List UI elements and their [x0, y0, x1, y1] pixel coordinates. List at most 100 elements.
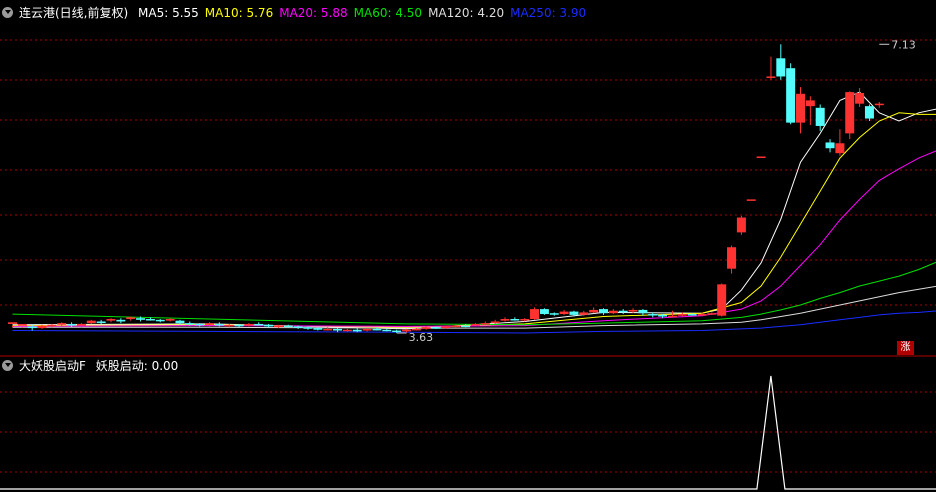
- candle: [106, 318, 116, 323]
- candle-body: [372, 328, 382, 331]
- candle-body: [303, 327, 313, 329]
- candle-body: [382, 329, 392, 332]
- indicator-title: 大妖股启动F: [19, 359, 86, 373]
- candle: [382, 328, 392, 332]
- candle-body: [658, 314, 668, 317]
- candle: [116, 318, 126, 324]
- ma-legend: MA5: 5.55 MA10: 5.76 MA20: 5.88 MA60: 4.50 M…: [138, 6, 592, 20]
- candle-body: [569, 311, 579, 315]
- stock-title: 连云港(日线,前复权): [19, 6, 129, 20]
- candle-body: [86, 320, 96, 324]
- ma-legend-item: MA120: 4.20: [428, 6, 505, 20]
- candle-body: [510, 319, 520, 321]
- rise-badge[interactable]: 涨: [897, 341, 914, 355]
- ma-line-ma5: [12, 91, 936, 330]
- candle-body: [17, 323, 27, 326]
- candle-body: [185, 323, 195, 325]
- candle-body: [37, 325, 47, 329]
- candle-body: [136, 318, 146, 320]
- candle-body: [845, 92, 855, 134]
- candle-body: [717, 284, 727, 316]
- ma-line-ma120: [12, 285, 936, 329]
- candle: [480, 321, 490, 325]
- ma-line-ma10: [12, 112, 936, 328]
- candle-body: [106, 319, 116, 321]
- candle-body: [67, 323, 77, 326]
- candle: [254, 322, 264, 326]
- candle-body: [786, 68, 796, 123]
- candle: [608, 309, 618, 315]
- candle-body: [776, 58, 786, 77]
- chevron-down-icon[interactable]: [2, 360, 13, 371]
- candle: [736, 215, 746, 235]
- candle: [96, 319, 106, 324]
- candle-body: [441, 326, 451, 329]
- candle: [500, 317, 510, 322]
- candle-body: [855, 92, 865, 104]
- candle-body: [392, 330, 402, 333]
- candle-body: [687, 314, 697, 316]
- candle: [825, 139, 835, 153]
- candlestick-series[interactable]: [8, 44, 884, 334]
- candle-body: [76, 323, 86, 326]
- candle-body: [628, 309, 638, 312]
- candle-body: [283, 325, 293, 328]
- candle: [835, 129, 845, 156]
- moving-average-lines: [12, 91, 936, 334]
- candle-body: [254, 323, 264, 326]
- candle-body: [559, 311, 569, 315]
- candle: [599, 308, 608, 315]
- candle: [756, 156, 766, 158]
- candle-body: [835, 143, 845, 154]
- candle-body: [500, 319, 510, 321]
- candle: [283, 324, 293, 328]
- candle-body: [273, 325, 283, 328]
- candle: [86, 319, 96, 324]
- candle: [539, 308, 549, 315]
- candle: [727, 245, 737, 274]
- candle: [362, 328, 372, 332]
- candle: [530, 307, 540, 320]
- candle-body: [145, 319, 155, 321]
- candle-body: [293, 326, 303, 328]
- candle-body: [648, 314, 658, 316]
- candle-body: [618, 310, 628, 313]
- candle-body: [362, 328, 372, 331]
- candle-body: [175, 320, 185, 324]
- candle-body: [244, 323, 254, 326]
- candle-body: [736, 217, 746, 233]
- candle-body: [451, 325, 461, 328]
- candle-body: [421, 327, 431, 329]
- candle-body: [431, 327, 441, 329]
- candle: [776, 44, 786, 80]
- candle-body: [155, 319, 165, 322]
- candle-body: [549, 313, 559, 315]
- candle-body: [667, 315, 677, 318]
- candle-body: [352, 329, 362, 332]
- candle-body: [47, 324, 57, 327]
- candle-body: [796, 93, 805, 123]
- candle-body: [313, 328, 323, 330]
- indicator-value: 妖股启动: 0.00: [95, 359, 179, 373]
- candle: [717, 283, 727, 317]
- candle-body: [480, 323, 490, 325]
- candle: [510, 317, 520, 321]
- annotation-low-label: 3.63: [409, 331, 434, 344]
- chart-stage: 7.13 3.63: [0, 38, 936, 490]
- ma-line-ma20: [12, 150, 936, 327]
- candle: [746, 199, 756, 201]
- candle-body: [234, 324, 244, 327]
- ma-line-ma60: [12, 261, 936, 326]
- candle: [855, 88, 865, 107]
- candle: [559, 309, 569, 315]
- candle-body: [579, 312, 589, 315]
- candle-body: [707, 313, 717, 315]
- candle: [618, 309, 628, 315]
- candle-body: [599, 309, 608, 314]
- candle-body: [766, 76, 776, 78]
- candle-body: [727, 247, 737, 269]
- chevron-down-icon[interactable]: [2, 7, 13, 18]
- candle-body: [323, 328, 333, 331]
- annotation-high-label: 7.13: [891, 38, 916, 51]
- candle-body: [805, 100, 815, 107]
